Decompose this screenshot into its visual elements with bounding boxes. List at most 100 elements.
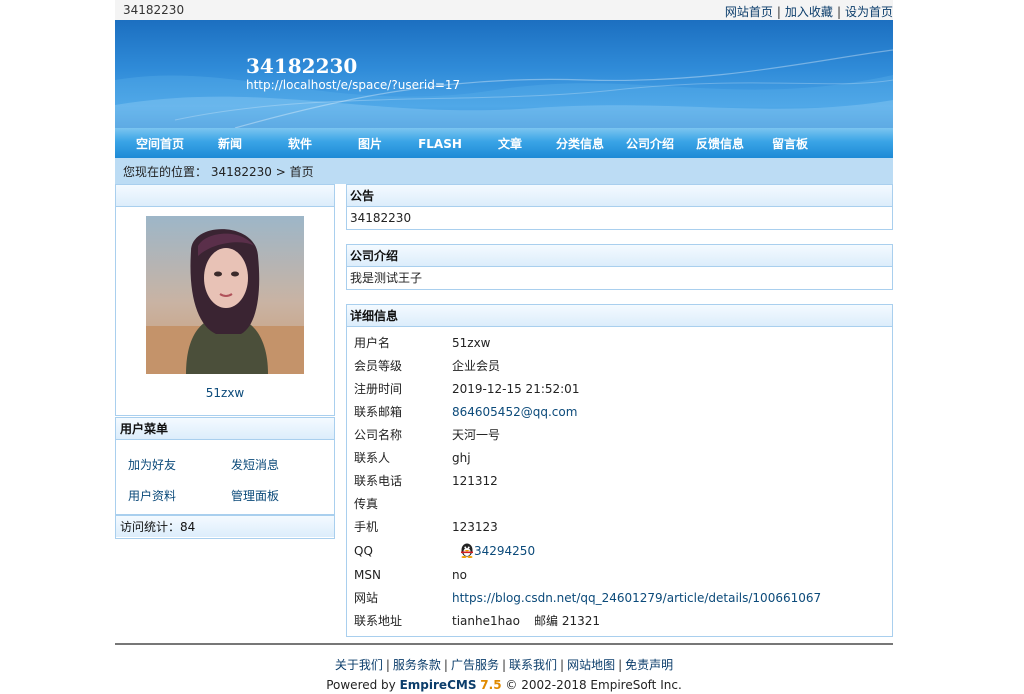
details-box: 详细信息 用户名 51zxw 会员等级 企业会员 注册时间 2019-12-15…	[346, 304, 893, 637]
separator: |	[836, 5, 841, 19]
detail-value: 2019-12-15 21:52:01	[452, 382, 580, 396]
send-message-link[interactable]: 发短消息	[231, 456, 279, 473]
detail-row-member-level: 会员等级 企业会员	[354, 355, 884, 378]
detail-label: 网站	[354, 591, 379, 605]
detail-label: 注册时间	[354, 382, 403, 396]
breadcrumb-prefix: 您现在的位置：	[123, 165, 208, 179]
nav-classifieds[interactable]: 分类信息	[545, 128, 615, 158]
company-intro-box: 公司介绍 我是测试王子	[346, 244, 893, 290]
nav-software[interactable]: 软件	[265, 128, 335, 158]
powered-by-text: Powered by	[326, 678, 396, 692]
nav-articles[interactable]: 文章	[475, 128, 545, 158]
user-menu-title: 用户菜单	[116, 418, 334, 440]
detail-value: ghj	[452, 451, 471, 465]
main-nav: 空间首页 新闻 软件 图片 FLASH 文章 分类信息 公司介绍 反馈信息 留言…	[115, 128, 893, 158]
nav-feedback[interactable]: 反馈信息	[685, 128, 755, 158]
notice-box: 公告 34182230	[346, 184, 893, 230]
detail-row-contact: 联系人 ghj	[354, 447, 884, 470]
space-title: 34182230	[246, 54, 358, 78]
home-link[interactable]: 网站首页	[725, 5, 773, 19]
nav-guestbook[interactable]: 留言板	[755, 128, 825, 158]
visit-stats: 访问统计：84	[116, 516, 334, 537]
nav-flash[interactable]: FLASH	[405, 128, 475, 158]
separator: |	[560, 658, 565, 672]
detail-row-fax: 传真	[354, 493, 884, 516]
detail-label: 联系地址	[354, 614, 403, 628]
breadcrumb: 您现在的位置： 34182230 > 首页	[115, 158, 893, 184]
breadcrumb-site-link[interactable]: 34182230	[211, 165, 272, 179]
notice-body: 34182230	[350, 211, 412, 225]
space-url: http://localhost/e/space/?userid=17	[246, 78, 461, 92]
banner-wave-graphic	[115, 49, 893, 128]
ads-link[interactable]: 广告服务	[451, 658, 499, 672]
detail-value: 123123	[452, 520, 498, 534]
detail-label: 联系人	[354, 451, 391, 465]
site-name: 34182230	[123, 3, 185, 17]
detail-label: 公司名称	[354, 428, 403, 442]
qq-link[interactable]: 34294250	[474, 544, 535, 558]
details-title: 详细信息	[347, 305, 892, 327]
detail-label: 手机	[354, 520, 379, 534]
banner: 34182230 http://localhost/e/space/?useri…	[115, 20, 893, 128]
detail-row-company-name: 公司名称 天河一号	[354, 424, 884, 447]
detail-value: tianhe1hao	[452, 614, 520, 628]
visit-stats-count: 84	[180, 520, 196, 534]
admin-panel-link[interactable]: 管理面板	[231, 487, 279, 504]
avatar-image	[146, 216, 304, 374]
detail-row-username: 用户名 51zxw	[354, 332, 884, 355]
nav-images[interactable]: 图片	[335, 128, 405, 158]
qq-value: 34294250	[460, 540, 535, 563]
detail-label: 联系邮箱	[354, 405, 403, 419]
brand-name: EmpireCMS	[399, 678, 477, 692]
nav-company[interactable]: 公司介绍	[615, 128, 685, 158]
contact-us-link[interactable]: 联系我们	[509, 658, 557, 672]
website-link[interactable]: https://blog.csdn.net/qq_24601279/articl…	[452, 587, 821, 610]
detail-value: no	[452, 568, 467, 582]
nav-space-home[interactable]: 空间首页	[125, 128, 195, 158]
nav-news[interactable]: 新闻	[195, 128, 265, 158]
notice-title: 公告	[347, 185, 892, 207]
profile-box-header	[116, 185, 334, 207]
detail-value: 天河一号	[452, 428, 501, 442]
email-link[interactable]: 864605452@qq.com	[452, 401, 577, 424]
detail-value: 51zxw	[452, 336, 491, 350]
top-links: 网站首页 | 加入收藏 | 设为首页	[725, 3, 893, 20]
detail-row-website: 网站 https://blog.csdn.net/qq_24601279/art…	[354, 587, 884, 610]
breadcrumb-arrow: >	[275, 165, 286, 179]
set-homepage-link[interactable]: 设为首页	[845, 5, 893, 19]
terms-link[interactable]: 服务条款	[393, 658, 441, 672]
detail-row-email: 联系邮箱 864605452@qq.com	[354, 401, 884, 424]
detail-row-register-time: 注册时间 2019-12-15 21:52:01	[354, 378, 884, 401]
company-intro-body: 我是测试王子	[350, 271, 423, 285]
disclaimer-link[interactable]: 免责声明	[625, 658, 673, 672]
qq-penguin-icon	[461, 543, 473, 558]
footer-divider	[115, 643, 893, 645]
copyright-text: © 2002-2018 EmpireSoft Inc.	[505, 678, 682, 692]
breadcrumb-current: 首页	[289, 165, 314, 179]
empirecms-link[interactable]: EmpireCMS 7.5	[400, 678, 502, 692]
detail-label: 用户名	[354, 336, 391, 350]
visit-stats-label: 访问统计：	[120, 520, 181, 534]
user-menu-box: 用户菜单 加为好友 发短消息 用户资料 管理面板	[115, 417, 335, 515]
profile-username[interactable]: 51zxw	[116, 386, 334, 400]
detail-row-phone: 联系电话 121312	[354, 470, 884, 493]
sitemap-link[interactable]: 网站地图	[567, 658, 615, 672]
about-us-link[interactable]: 关于我们	[335, 658, 383, 672]
postal-code: 邮编 21321	[534, 614, 600, 628]
profile-box: 51zxw	[115, 184, 335, 416]
user-profile-link[interactable]: 用户资料	[128, 487, 176, 504]
copyright: Powered by EmpireCMS 7.5 © 2002-2018 Emp…	[115, 678, 893, 692]
detail-label: 会员等级	[354, 359, 403, 373]
add-friend-link[interactable]: 加为好友	[128, 456, 176, 473]
avatar[interactable]	[146, 216, 304, 374]
separator: |	[501, 658, 507, 672]
separator: |	[776, 5, 781, 19]
detail-row-qq: QQ 34294250	[354, 540, 884, 563]
detail-row-mobile: 手机 123123	[354, 516, 884, 539]
separator: |	[443, 658, 448, 672]
separator: |	[385, 658, 390, 672]
top-bar: 34182230 网站首页 | 加入收藏 | 设为首页	[115, 0, 893, 20]
add-favorite-link[interactable]: 加入收藏	[785, 5, 833, 19]
detail-label: 传真	[354, 497, 379, 511]
detail-row-address: 联系地址 tianhe1hao 邮编 21321	[354, 610, 884, 633]
